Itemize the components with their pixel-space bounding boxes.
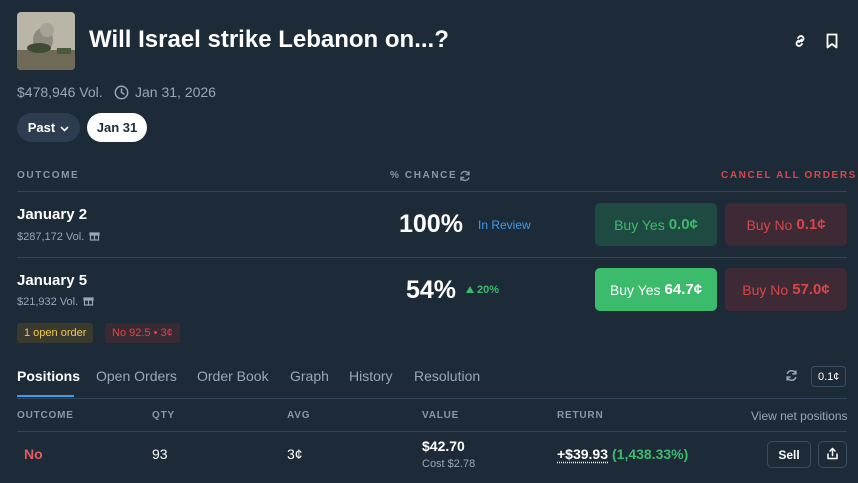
open-order-badge[interactable]: 1 open order [17, 323, 94, 343]
market-volume: $478,946 Vol. [17, 84, 103, 100]
share-icon [826, 447, 839, 463]
date-chip-selected[interactable]: Jan 31 [87, 113, 147, 142]
positions-outcome-header: OUTCOME [17, 410, 74, 421]
buy-no-button[interactable]: Buy No 57.0¢ [725, 268, 847, 311]
date-chip-label: Jan 31 [96, 120, 138, 135]
chevron-down-icon [60, 120, 69, 135]
chance-change-value: 20% [477, 284, 500, 296]
position-outcome: No [24, 446, 43, 462]
gift-icon [83, 295, 94, 309]
past-dropdown[interactable]: Past [17, 113, 80, 142]
positions-avg-header: AVG [287, 410, 311, 421]
position-avg: 3¢ [287, 446, 303, 462]
buy-no-button[interactable]: Buy No 0.1¢ [725, 203, 847, 246]
buy-yes-price: 0.0¢ [668, 216, 698, 233]
outcome-volume: $287,172 Vol. [17, 230, 100, 244]
positions-value-header: VALUE [422, 410, 460, 421]
tab-order-book[interactable]: Order Book [197, 368, 269, 384]
position-cost: Cost $2.78 [422, 458, 476, 470]
tab-resolution[interactable]: Resolution [414, 368, 480, 384]
outcome-chance: 54% [406, 276, 457, 304]
market-thumbnail [17, 12, 75, 70]
outcome-name: January 5 [17, 272, 88, 289]
positions-qty-header: QTY [152, 410, 175, 421]
buy-no-label: Buy No [742, 281, 789, 298]
market-end-date: Jan 31, 2026 [135, 84, 216, 100]
tab-history[interactable]: History [349, 368, 393, 384]
divider [17, 398, 847, 399]
tab-graph[interactable]: Graph [290, 368, 329, 384]
in-review-status: In Review [478, 218, 531, 232]
tab-positions[interactable]: Positions [17, 368, 80, 384]
past-dropdown-label: Past [27, 120, 56, 135]
triangle-up-icon [466, 284, 474, 296]
position-value: $42.70 [422, 438, 465, 454]
view-net-positions-link[interactable]: View net positions [751, 409, 848, 423]
market-title: Will Israel strike Lebanon on...? [89, 26, 449, 53]
chance-column-header: % CHANCE [390, 170, 458, 181]
outcome-name: January 2 [17, 206, 88, 223]
tab-open-orders[interactable]: Open Orders [96, 368, 177, 384]
positions-return-header: RETURN [557, 410, 604, 421]
divider [17, 191, 847, 192]
clock-icon [114, 85, 129, 105]
outcome-chance: 100% [399, 210, 463, 238]
outcome-volume-value: $287,172 Vol. [17, 231, 85, 243]
divider [17, 257, 847, 258]
table-row: No 93 3¢ $42.70 Cost $2.78 +$39.93 (1,43… [17, 432, 847, 477]
refresh-positions-icon[interactable] [785, 369, 798, 387]
position-qty: 93 [152, 446, 168, 462]
bookmark-icon[interactable] [821, 30, 843, 52]
share-button[interactable] [818, 441, 847, 468]
buy-yes-price: 64.7¢ [664, 281, 703, 298]
sell-button[interactable]: Sell [767, 441, 811, 468]
tick-size-selector[interactable]: 0.1¢ [811, 366, 847, 387]
buy-yes-label: Buy Yes [614, 216, 665, 233]
buy-no-price: 0.1¢ [796, 216, 826, 233]
refresh-icon[interactable] [459, 169, 471, 187]
buy-no-price: 57.0¢ [792, 281, 830, 298]
order-detail-badge[interactable]: No 92.5 • 3¢ [105, 323, 180, 343]
buy-yes-label: Buy Yes [609, 281, 661, 298]
cancel-all-orders-link[interactable]: CANCEL ALL ORDERS [721, 170, 857, 181]
active-tab-indicator [17, 395, 74, 397]
link-icon[interactable] [789, 30, 811, 52]
outcome-column-header: OUTCOME [17, 170, 80, 181]
position-return[interactable]: +$39.93 [557, 446, 608, 462]
position-return-percent: (1,438.33%) [612, 446, 689, 462]
buy-yes-button[interactable]: Buy Yes 64.7¢ [595, 268, 717, 311]
buy-yes-button[interactable]: Buy Yes 0.0¢ [595, 203, 717, 246]
chance-change: 20% [466, 284, 499, 296]
outcome-volume-value: $21,932 Vol. [17, 296, 79, 308]
outcome-volume: $21,932 Vol. [17, 295, 94, 309]
gift-icon [89, 230, 100, 244]
buy-no-label: Buy No [746, 216, 793, 233]
